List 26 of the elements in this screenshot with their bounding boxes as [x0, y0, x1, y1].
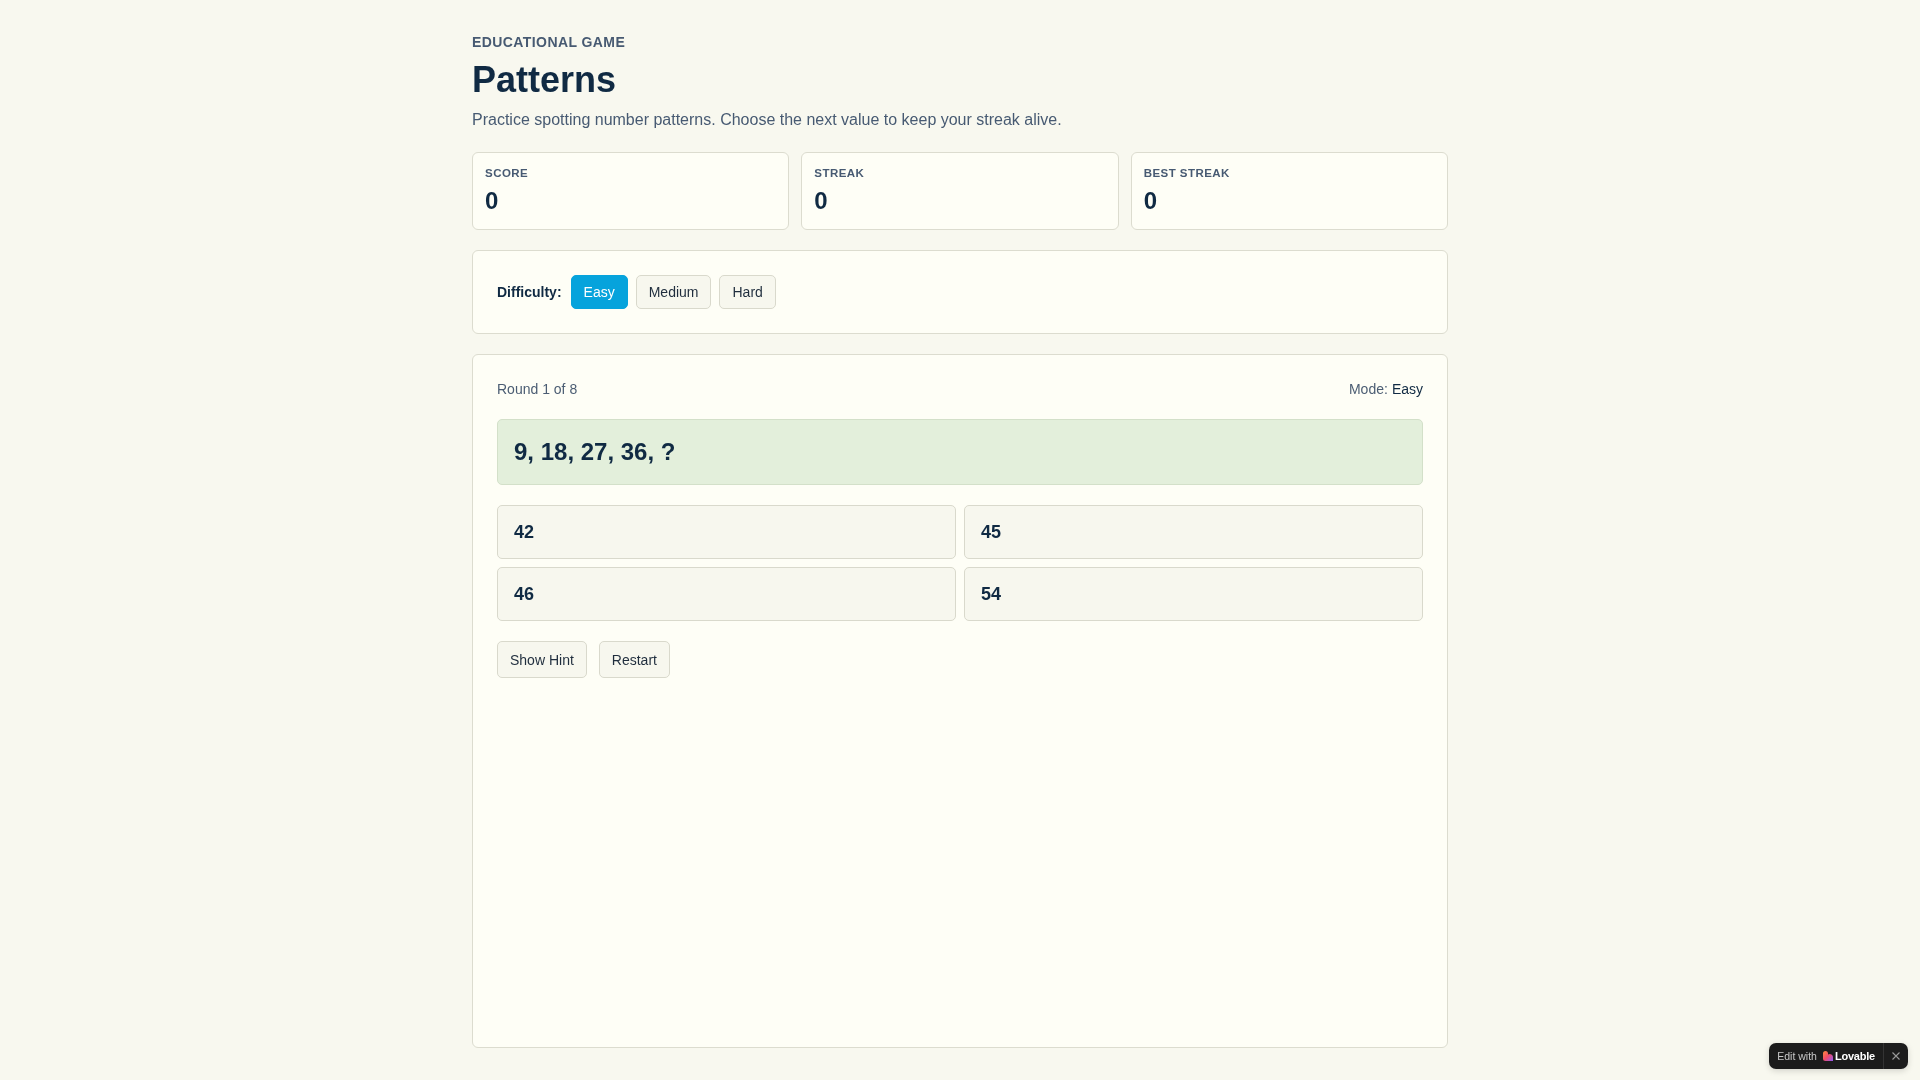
badge-text[interactable]: Edit with [1777, 1050, 1817, 1062]
action-button[interactable]: Restart [598, 641, 670, 678]
close-icon[interactable] [1892, 1052, 1900, 1060]
stat-label: SCORE [485, 166, 529, 181]
heart-logo-icon [1822, 1051, 1833, 1061]
page-description: Practice spotting number patterns. Choose the next value to keep your streak alive. [472, 110, 1063, 130]
answer-button[interactable]: 42 [497, 505, 956, 559]
stat-value: 0 [485, 186, 499, 216]
answer-button[interactable]: 45 [964, 505, 1423, 559]
stat-label: STREAK [814, 166, 865, 181]
eyebrow-text: EDUCATIONAL GAME [472, 33, 627, 52]
difficulty-button[interactable]: Medium [635, 275, 712, 309]
stat-value: 0 [814, 186, 828, 216]
brand-name[interactable]: Lovable [1834, 1050, 1875, 1062]
difficulty-button[interactable]: Hard [719, 275, 776, 309]
answer-button[interactable]: 54 [964, 567, 1423, 621]
mode-value: Easy [1391, 381, 1423, 397]
page-title: Patterns [472, 58, 618, 102]
difficulty-label: Difficulty: [497, 284, 562, 300]
stat-label: BEST STREAK [1143, 166, 1230, 181]
sequence-panel: 9, 18, 27, 36, ? [497, 419, 1423, 485]
stat-value: 0 [1143, 186, 1157, 216]
round-text: Round 1 of 8 [497, 381, 578, 397]
answer-button[interactable]: 46 [497, 567, 956, 621]
action-button[interactable]: Show Hint [497, 641, 587, 678]
mode-label: Mode: [1348, 381, 1388, 397]
